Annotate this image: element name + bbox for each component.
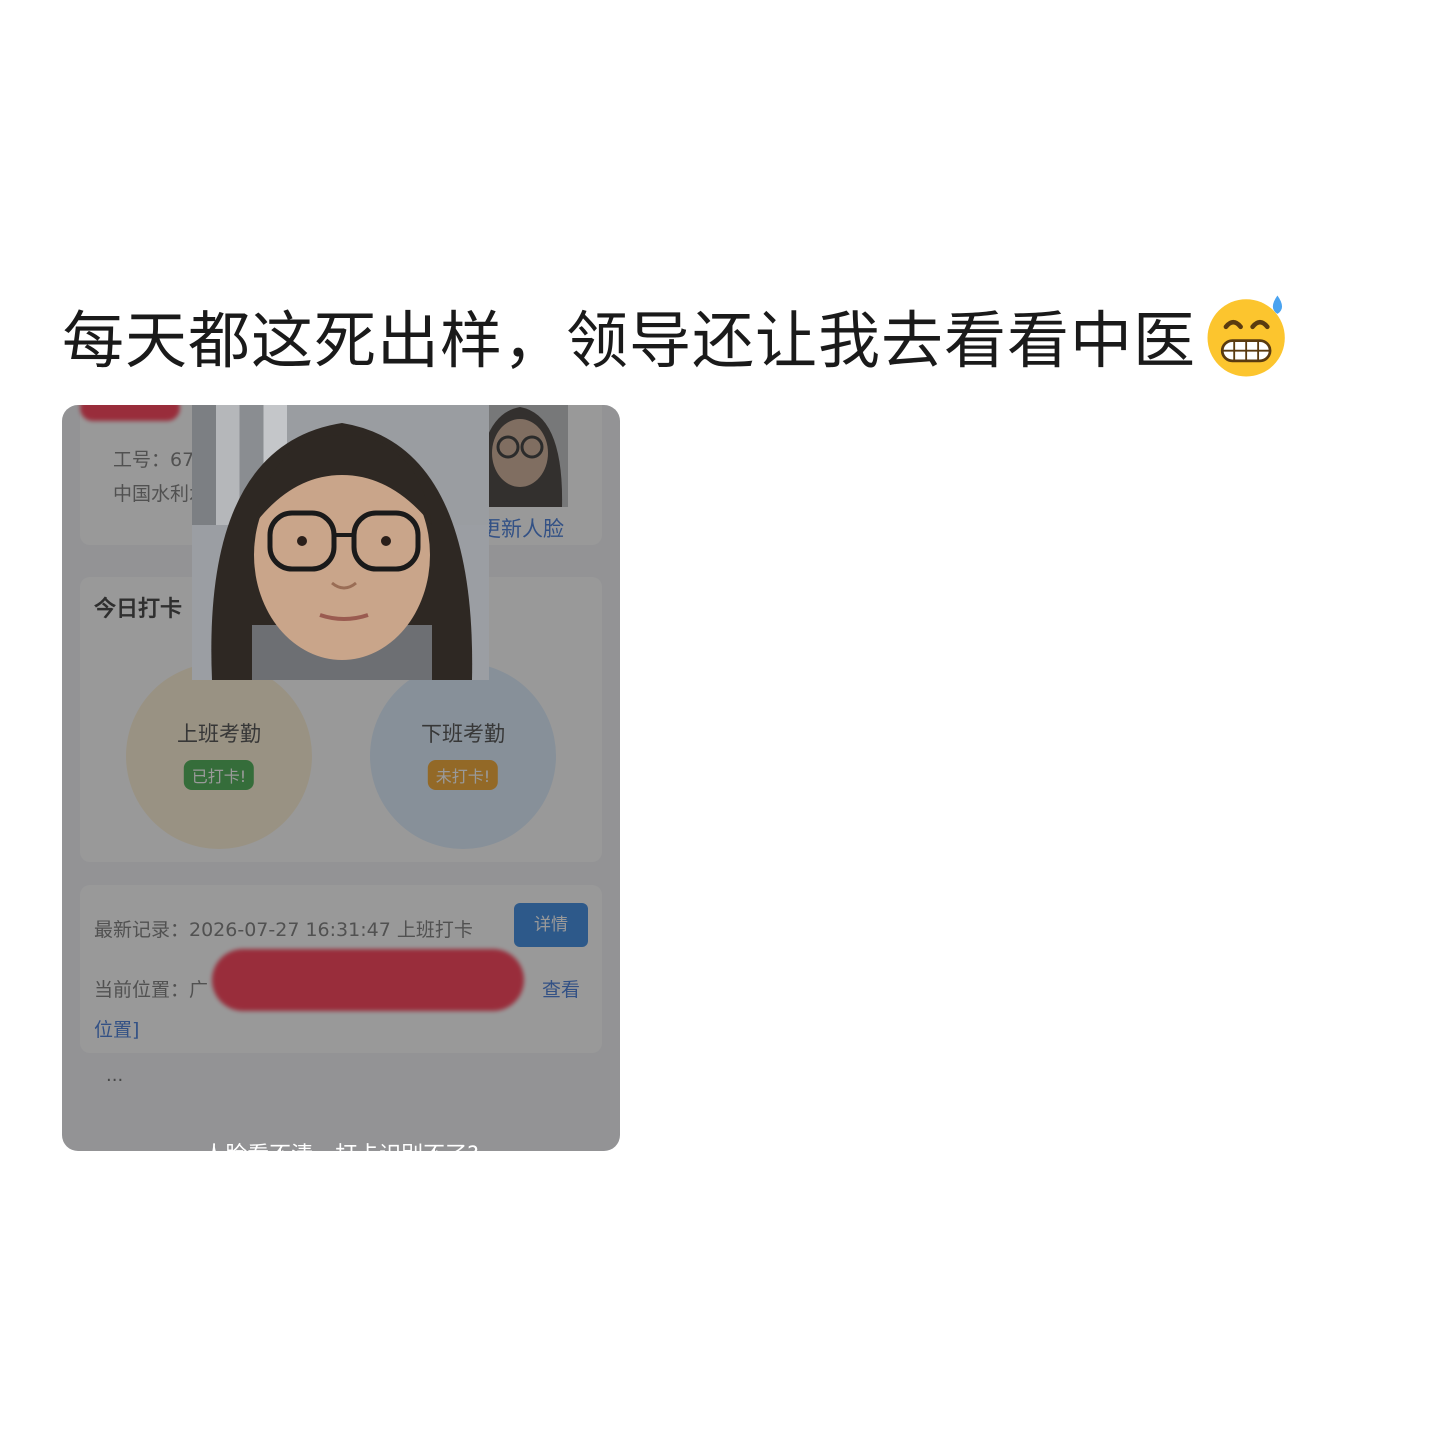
clock-in-status-badge: 已打卡!: [183, 760, 255, 790]
view-location-link-b[interactable]: 位置]: [94, 1015, 139, 1042]
today-checkin-title: 今日打卡: [94, 597, 183, 622]
view-location-link-a[interactable]: 查看: [542, 975, 580, 1002]
face-photo: [211, 423, 473, 680]
ellipsis: ...: [106, 1065, 124, 1086]
face-capture-preview: [192, 405, 489, 680]
app-screenshot: 工号：672 中国水利水 更新人脸 今日打卡 上班考勤 已打卡! 下班考勤 未打…: [62, 405, 620, 1151]
clock-in-button[interactable]: 上班考勤 已打卡!: [126, 663, 312, 849]
current-location: 当前位置：广: [94, 975, 208, 1002]
name-redaction: [80, 405, 180, 421]
post-caption-text: 每天都这死出样，领导还让我去看看中医: [62, 304, 1197, 377]
clock-in-label: 上班考勤: [177, 722, 261, 746]
update-face-link[interactable]: 更新人脸: [480, 513, 564, 543]
details-button[interactable]: 详情: [514, 903, 588, 947]
clock-out-status-badge: 未打卡!: [427, 760, 499, 790]
bottom-caption: 人脸看不清，打卡识别不了?: [62, 1137, 620, 1151]
record-card: 最新记录：2026-07-27 16:31:47 上班打卡 详情 当前位置：广 …: [80, 885, 602, 1053]
grimacing-sweat-emoji-icon: [1207, 295, 1285, 377]
latest-record: 最新记录：2026-07-27 16:31:47 上班打卡: [94, 919, 473, 941]
post-caption: 每天都这死出样，领导还让我去看看中医: [62, 290, 1294, 383]
location-redaction: [212, 949, 524, 1011]
clock-out-label: 下班考勤: [421, 722, 505, 746]
location-prefix: 当前位置：广: [94, 979, 209, 1001]
clock-out-button[interactable]: 下班考勤 未打卡!: [370, 663, 556, 849]
